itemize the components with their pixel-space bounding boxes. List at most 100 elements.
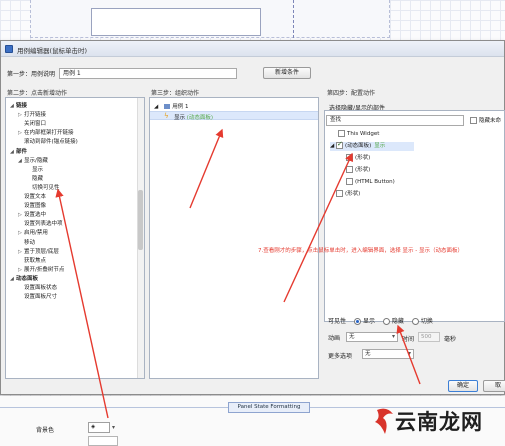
action-tree-item[interactable]: 隐藏 (26, 175, 43, 183)
action-tree-item[interactable]: ▷ 启用/禁用 (18, 229, 48, 237)
ms-label: 毫秒 (444, 336, 457, 343)
style-field[interactable] (88, 436, 118, 446)
action-tree-item[interactable]: ▷ 在内部框架打开链接 (18, 129, 74, 137)
action-tree-label: 打开链接 (24, 112, 47, 119)
cancel-button[interactable]: 取 (483, 380, 505, 392)
action-tree-item[interactable]: ▷ 展开/折叠树节点 (18, 266, 64, 274)
app-icon (5, 45, 13, 53)
radio-hide-label: 隐藏 (391, 318, 404, 325)
action-tree-item[interactable]: ◢ 部件 (10, 148, 27, 156)
widget-list-item[interactable]: (形状) (336, 190, 360, 198)
widget-list-item[interactable]: (形状) (346, 166, 370, 174)
widget-checkbox[interactable] (338, 130, 345, 137)
widget-state-label: 显示 (374, 143, 386, 149)
dialog-title: 用例编辑器(鼠标单击时) (17, 47, 88, 55)
hide-unnamed-label: 隐藏未命 (479, 118, 502, 124)
more-options-select[interactable]: 无 (362, 349, 414, 359)
action-tree-item[interactable]: 设置面板尺寸 (18, 293, 57, 301)
action-tree-label: 显示 (32, 166, 44, 173)
radio-show[interactable] (353, 318, 361, 325)
animation-select[interactable]: 无 (346, 332, 398, 342)
widget-checkbox[interactable] (336, 190, 343, 197)
action-tree-label: 设置选中 (24, 212, 47, 219)
widget-label: (动态面板) (344, 143, 372, 149)
widget-label: (形状) (355, 167, 371, 173)
canvas-frame (30, 0, 390, 38)
action-tree-label: 切换可见性 (32, 184, 60, 191)
organize-actions-panel: ◢ 用例 1 ϟ 显示 (动态面板) (149, 97, 319, 379)
action-tree-item[interactable]: 设置列表选中项 (18, 220, 63, 228)
radio-toggle-label: 切换 (420, 318, 433, 325)
background-color-label: 背景色 (36, 427, 55, 434)
action-tree-item[interactable]: 设置面板状态 (18, 284, 57, 292)
action-tree-item[interactable]: 显示 (26, 166, 43, 174)
canvas-widget (91, 8, 261, 36)
ok-button[interactable]: 确定 (448, 380, 478, 392)
dialog-titlebar: 用例编辑器(鼠标单击时) (1, 41, 504, 57)
hide-unnamed-option[interactable]: 隐藏未命 (470, 116, 501, 124)
step4-label: 第四步：配置动作 (327, 90, 376, 97)
radio-toggle[interactable] (411, 318, 419, 325)
action-tree-item[interactable]: ▷ 设置选中 (18, 211, 46, 219)
case-icon (164, 104, 171, 109)
bird-logo-icon (375, 408, 393, 434)
radio-hide[interactable] (382, 318, 390, 325)
widget-checkbox[interactable] (346, 166, 353, 173)
new-condition-button[interactable]: 新增条件 (263, 67, 311, 79)
action-tree-item[interactable]: ◢ 动态面板 (10, 275, 38, 283)
action-tree-label: 隐藏 (32, 175, 44, 182)
action-tree-item[interactable]: ◢ 显示/隐藏 (18, 157, 48, 165)
widget-checkbox[interactable] (346, 154, 353, 161)
widget-list-item[interactable]: (HTML Button) (346, 178, 395, 186)
action-text: 显示 (动态面板) (174, 113, 213, 121)
action-tree-item[interactable]: 设置图像 (18, 202, 46, 210)
expand-arrow-icon[interactable]: ◢ (154, 104, 158, 110)
action-tree-label: 获取焦点 (24, 257, 47, 264)
action-tree-panel: ◢ 链接 ▷ 打开链接 关闭窗口 ▷ 在内部框架打开链接 滚动到部件(锚点链接) ◢ 部件 ◢ 显示/… (5, 97, 145, 379)
case-node[interactable]: ◢ 用例 1 (154, 102, 188, 110)
action-tree-item[interactable]: 切换可见性 (26, 184, 60, 192)
action-tree-label: 显示/隐藏 (24, 157, 48, 164)
widget-search-input[interactable]: 查找 (326, 115, 464, 126)
action-tree-label: 动态面板 (16, 275, 39, 282)
action-tree-label: 展开/折叠树节点 (24, 266, 65, 273)
animation-row: 动画 (328, 333, 340, 342)
action-tree-label: 设置图像 (24, 203, 47, 210)
action-tree-scrollbar[interactable] (137, 98, 144, 378)
action-target: (动态面板) (186, 115, 214, 121)
action-tree-label: 设置面板尺寸 (24, 294, 58, 301)
action-verb: 显示 (174, 115, 186, 121)
action-tree-item[interactable]: ▷ 置于顶层/底层 (18, 248, 59, 256)
step3-label: 第三步：组织动作 (151, 90, 200, 97)
case-name-input[interactable]: 用例 1 (59, 68, 237, 79)
case-node-label: 用例 1 (172, 104, 189, 110)
action-tree-item[interactable]: 设置文本 (18, 193, 46, 201)
scrollbar-thumb[interactable] (138, 190, 143, 250)
widget-label: (形状) (355, 155, 371, 161)
hide-unnamed-checkbox[interactable] (470, 117, 477, 124)
time-input[interactable]: 500 (418, 332, 440, 342)
canvas-guide-line (293, 0, 294, 38)
action-tree-item[interactable]: 移动 (18, 239, 35, 247)
widget-list-item[interactable]: (形状) (346, 154, 370, 162)
action-tree-item[interactable]: ◢ 链接 (10, 102, 27, 110)
widget-checkbox[interactable] (346, 178, 353, 185)
widget-list-item[interactable]: ◢ (动态面板)显示 (330, 140, 386, 150)
widget-list-item[interactable]: This Widget (338, 130, 379, 138)
step2-label: 第二步：点击新增动作 (7, 90, 68, 97)
instruction-annotation: 7.查看刚才的步骤，点击鼠标单击时，进入编辑界面，选择 显示 - 显示（动态面板… (258, 248, 463, 254)
time-label: 时间 (402, 336, 415, 343)
step1-label: 第一步：用例说明 (7, 71, 56, 78)
more-options-label: 更多选项 (328, 353, 353, 360)
widget-checkbox[interactable] (335, 140, 343, 149)
animation-label: 动画 (328, 335, 341, 342)
action-tree-item[interactable]: ▷ 打开链接 (18, 111, 46, 119)
action-tree-item[interactable]: 滚动到部件(锚点链接) (18, 138, 78, 146)
selected-action-row[interactable]: ϟ 显示 (动态面板) (150, 111, 318, 121)
panel-state-formatting-tab[interactable]: Panel State Formatting (228, 402, 310, 413)
background-color-picker[interactable]: ◈ (88, 422, 110, 433)
chevron-down-icon[interactable]: ▾ (112, 424, 115, 431)
action-tree-item[interactable]: 关闭窗口 (18, 120, 46, 128)
widget-label: (HTML Button) (355, 179, 395, 185)
action-tree-item[interactable]: 获取焦点 (18, 257, 46, 265)
